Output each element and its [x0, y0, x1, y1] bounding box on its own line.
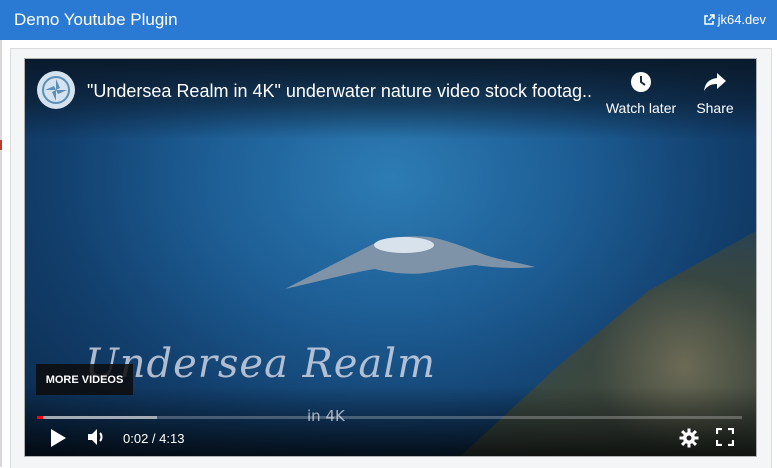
progress-buffered — [37, 416, 157, 419]
settings-button[interactable] — [679, 428, 699, 448]
external-link-label: jk64.dev — [717, 12, 766, 27]
manta-ray-image — [285, 236, 535, 289]
progress-bar[interactable] — [37, 416, 742, 419]
progress-played — [37, 416, 43, 419]
external-link[interactable]: jk64.dev — [703, 12, 766, 27]
volume-button[interactable] — [87, 428, 107, 446]
clock-icon — [631, 72, 651, 92]
fullscreen-icon — [716, 428, 734, 446]
play-button[interactable] — [49, 428, 67, 448]
time-display: 0:02 / 4:13 — [123, 431, 185, 446]
volume-icon — [88, 429, 103, 445]
video-overlay-title: Undersea Realm — [85, 341, 436, 387]
external-link-icon — [703, 13, 715, 25]
video-title[interactable]: "Undersea Realm in 4K" underwater nature… — [87, 81, 592, 102]
app-header: Demo Youtube Plugin jk64.dev — [0, 0, 777, 40]
play-icon — [51, 429, 66, 447]
youtube-player[interactable]: "Undersea Realm in 4K" underwater nature… — [24, 58, 757, 457]
share-button[interactable]: Share — [675, 71, 755, 116]
fullscreen-button[interactable] — [716, 428, 734, 446]
share-label: Share — [696, 100, 734, 116]
page-edge — [0, 40, 2, 467]
app-title: Demo Youtube Plugin — [14, 10, 178, 29]
share-arrow-icon — [704, 73, 726, 91]
watch-later-label: Watch later — [605, 100, 677, 116]
channel-logo-icon[interactable] — [37, 71, 75, 109]
gear-icon — [679, 428, 699, 448]
watch-later-button[interactable]: Watch later — [601, 71, 681, 116]
more-videos-button[interactable]: MORE VIDEOS — [36, 364, 133, 395]
